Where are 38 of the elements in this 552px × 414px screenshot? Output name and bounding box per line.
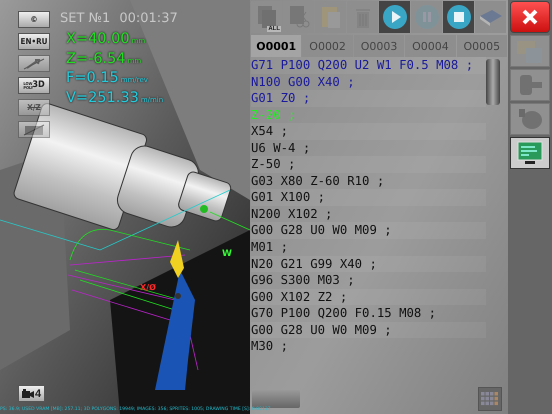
code-line: U6 W-4 ; (251, 140, 312, 156)
monitor-icon (516, 140, 544, 166)
stop-icon (446, 4, 472, 30)
code-line: M30 ; (251, 338, 290, 355)
crossed-image-icon (23, 124, 45, 136)
pause-icon (414, 4, 440, 30)
program-tab[interactable]: O0001 (251, 35, 302, 57)
code-line: G70 P100 Q200 F0.15 M08 ; (251, 305, 438, 322)
origin-label: W (222, 249, 232, 259)
chuck-icon (518, 74, 542, 96)
paste-icon (320, 4, 342, 30)
scrollbar-thumb[interactable] (252, 390, 300, 408)
stop-button[interactable] (443, 1, 474, 33)
view-toggle-button[interactable]: © (18, 11, 50, 28)
close-button[interactable] (510, 1, 550, 33)
code-line: G03 X80 Z-60 R10 ; (251, 172, 386, 190)
camera-icon (22, 389, 34, 398)
code-line: N200 X102 ; (251, 206, 334, 222)
code-line: N100 G00 X40 ; (251, 74, 356, 90)
code-line: Z-20 ; (251, 106, 296, 124)
tool-holder-icon (518, 108, 542, 130)
keypad-icon (481, 392, 499, 406)
close-icon (521, 8, 539, 26)
crossed-wrench-icon (23, 58, 45, 70)
axis-label: X/Ø (140, 283, 156, 292)
view-toggle-button[interactable]: EN•RU (18, 33, 50, 50)
code-view-button[interactable] (510, 137, 550, 169)
camera-button[interactable]: 4 (18, 385, 46, 402)
code-line: M01 ; (251, 239, 290, 256)
set-number: SET №1 (60, 11, 110, 28)
keypad-button[interactable] (478, 387, 502, 411)
cut-icon (288, 4, 310, 30)
play-icon (382, 4, 408, 30)
elapsed-time: 00:01:37 (119, 11, 178, 28)
origin-marker (200, 205, 208, 213)
code-line: G96 S300 M03 ; (251, 272, 356, 289)
play-button[interactable] (379, 1, 410, 33)
scrollbar-thumb[interactable] (486, 59, 500, 105)
